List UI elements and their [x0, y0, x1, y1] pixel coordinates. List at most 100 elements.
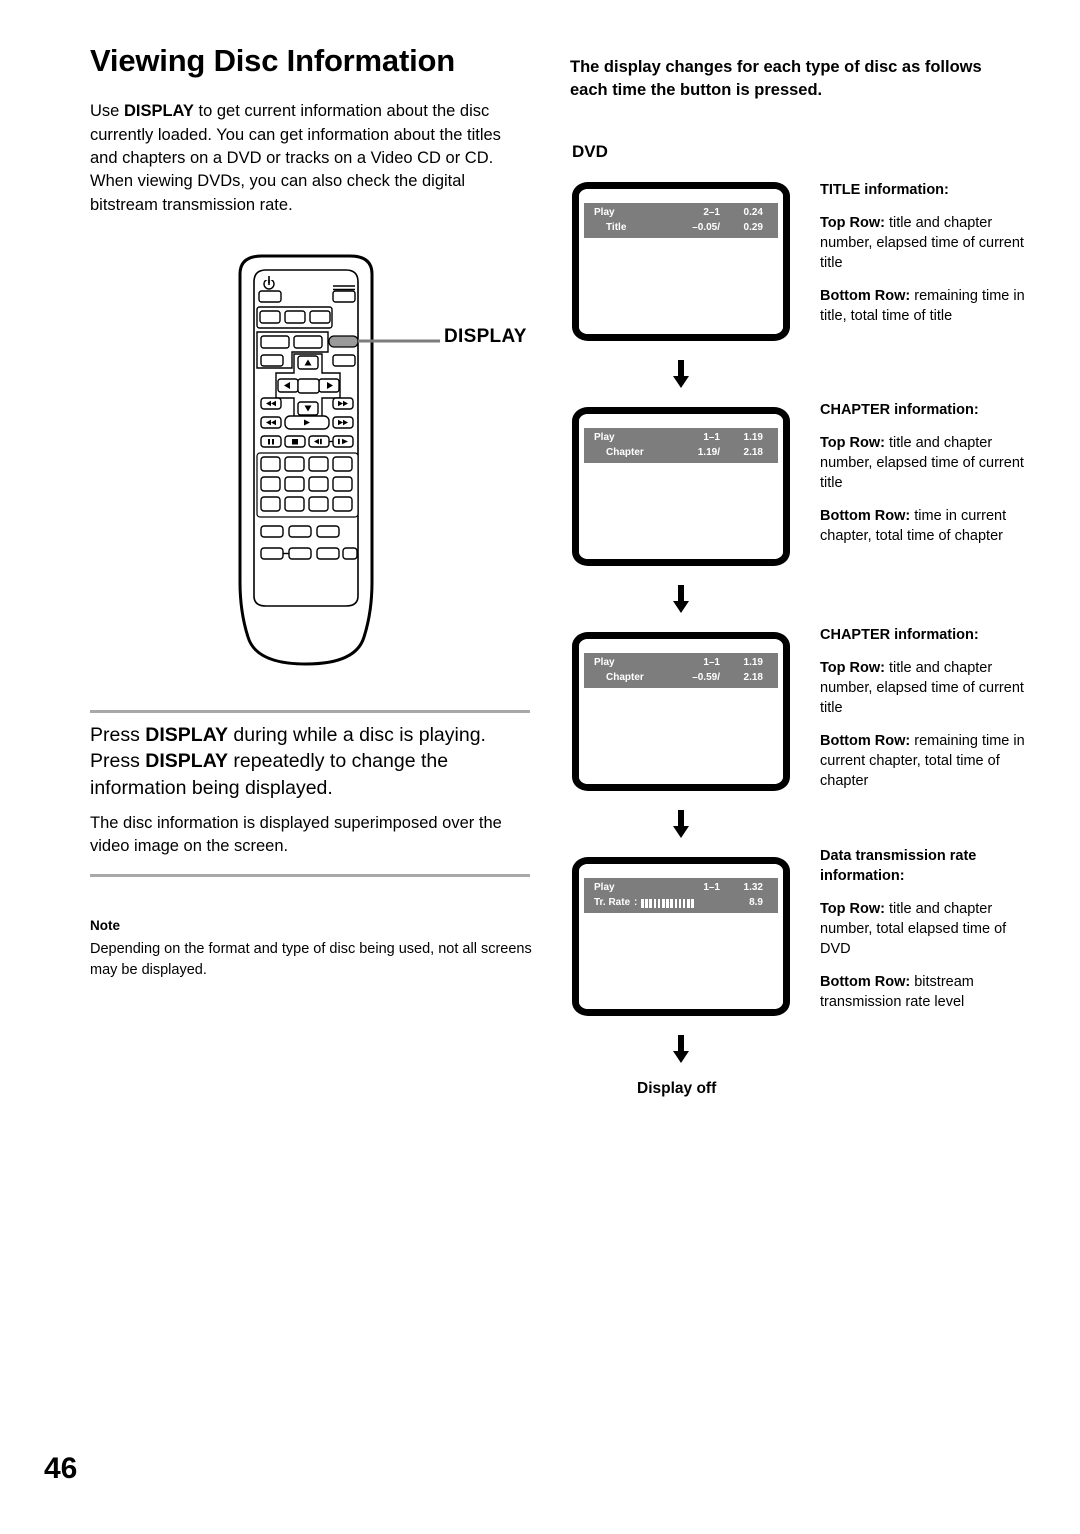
- source-button-3: [309, 310, 331, 324]
- menu-button-2: [293, 335, 323, 349]
- right-column-heading: The display changes for each type of dis…: [570, 58, 982, 99]
- description-chapter-info-1: CHAPTER information: Top Row: title and …: [820, 400, 1025, 546]
- osd-row-bottom-1: Title –0.05/ 0.29: [584, 220, 778, 236]
- osd-mode-2: Chapter: [606, 447, 644, 458]
- keypad-button-7: [308, 476, 329, 492]
- top-row-label-3: Top Row: [820, 660, 881, 676]
- rate-bar-segment: [691, 899, 694, 908]
- open-close-button: [332, 290, 356, 303]
- down-arrow-icon-3: [673, 810, 689, 838]
- step-back-bar: [320, 438, 322, 445]
- function-button-5: [288, 547, 312, 560]
- keypad-button-8: [332, 476, 353, 492]
- keypad-button-4: [332, 456, 353, 472]
- page-number: 46: [44, 1452, 78, 1485]
- osd-mode-1: Title: [606, 222, 627, 233]
- function-button-6: [316, 547, 340, 560]
- rate-bar-segment: [674, 899, 678, 908]
- osd-title-chapter-3: 1–1: [703, 657, 720, 668]
- divider-rule-top: [90, 710, 530, 713]
- tv-screen-chapter-info-1: Play 1–1 1.19 Chapter 1.19/ 2.18: [572, 407, 790, 566]
- display-button[interactable]: [328, 335, 359, 348]
- osd-overlay-2: Play 1–1 1.19 Chapter 1.19/ 2.18: [584, 428, 778, 463]
- description-bottom-row-1: Bottom Row: remaining time in title, tot…: [820, 286, 1025, 326]
- pause-button: [260, 435, 282, 448]
- osd-overlay-1: Play 2–1 0.24 Title –0.05/ 0.29: [584, 203, 778, 238]
- menu-button-1: [260, 335, 290, 349]
- description-chapter-info-2: CHAPTER information: Top Row: title and …: [820, 625, 1025, 791]
- osd-total-2: 2.18: [743, 447, 763, 458]
- remote-control-illustration: DISPLAY: [232, 252, 532, 672]
- instruction-block: Press DISPLAY during while a disc is pla…: [90, 722, 540, 801]
- rate-bar-segment: [682, 899, 686, 908]
- keypad-button-1: [260, 456, 281, 472]
- function-button-2: [288, 525, 312, 538]
- down-arrow-icon-2: [673, 585, 689, 613]
- osd-row-bottom-4: Tr. Rate : 8.9: [584, 895, 778, 911]
- osd-mode-3: Chapter: [606, 672, 644, 683]
- description-bottom-row-3: Bottom Row: remaining time in current ch…: [820, 731, 1025, 791]
- osd-title-chapter-4: 1–1: [703, 882, 720, 893]
- osd-row-bottom-3: Chapter –0.59/ 2.18: [584, 670, 778, 686]
- page-title: Viewing Disc Information: [90, 43, 455, 78]
- osd-overlay-4: Play 1–1 1.32 Tr. Rate : 8.9: [584, 878, 778, 913]
- rate-bar-segment: [678, 899, 682, 908]
- osd-time-1: 0.24: [743, 207, 763, 218]
- down-arrow-2: [673, 585, 689, 615]
- instruction-line2-keyword: DISPLAY: [145, 750, 228, 773]
- top-row-label-2: Top Row: [820, 435, 881, 451]
- osd-title-chapter-2: 1–1: [703, 432, 720, 443]
- stop-icon: [292, 439, 298, 445]
- description-bottom-row-2: Bottom Row: time in current chapter, tot…: [820, 506, 1025, 546]
- display-off-label: Display off: [637, 1080, 717, 1097]
- enter-button: [297, 378, 320, 394]
- instruction-line2-pre: Press: [90, 750, 146, 773]
- osd-total-3: 2.18: [743, 672, 763, 683]
- top-row-label-4: Top Row: [820, 901, 881, 917]
- rate-bar-segment: [645, 899, 648, 908]
- function-button-3: [316, 525, 340, 538]
- down-arrow-1: [673, 360, 689, 390]
- description-top-row-3: Top Row: title and chapter number, elaps…: [820, 658, 1025, 718]
- divider-rule-bottom: [90, 874, 530, 877]
- bottom-row-label-3: Bottom Row: [820, 733, 906, 749]
- note-heading: Note: [90, 918, 120, 933]
- bottom-row-label-1: Bottom Row: [820, 288, 906, 304]
- right-column: The display changes for each type of dis…: [570, 56, 1030, 102]
- source-button-2: [284, 310, 306, 324]
- description-heading-4: Data transmission rate information:: [820, 848, 977, 884]
- top-row-label-1: Top Row: [820, 215, 881, 231]
- tv-screen-title-info: Play 2–1 0.24 Title –0.05/ 0.29: [572, 182, 790, 341]
- pause-icon: [268, 439, 270, 445]
- osd-rate-label: Tr. Rate: [594, 897, 631, 908]
- keypad-button-10: [284, 496, 305, 512]
- rate-bar-segment: [666, 899, 669, 908]
- instruction-line1-post: during while a disc is playing.: [228, 724, 486, 746]
- rate-bar-segment: [649, 899, 652, 908]
- description-bottom-row-4: Bottom Row: bitstream transmission rate …: [820, 972, 1025, 1012]
- step-forward-bar: [338, 438, 340, 445]
- osd-status-3: Play: [594, 657, 615, 668]
- intro-text-pre: Use: [90, 102, 124, 121]
- tv-screen-transmission-rate: Play 1–1 1.32 Tr. Rate : 8.9: [572, 857, 790, 1016]
- osd-row-top-1: Play 2–1 0.24: [584, 205, 778, 221]
- instruction-line1-pre: Press: [90, 724, 146, 746]
- description-transmission-rate: Data transmission rate information: Top …: [820, 846, 1025, 1012]
- rate-bar-segment: [670, 899, 673, 908]
- down-arrow-3: [673, 810, 689, 840]
- rate-bar-segment: [653, 899, 657, 908]
- osd-remaining-3: –0.59/: [692, 672, 720, 683]
- osd-time-4: 1.32: [743, 882, 763, 893]
- rate-bar-segment: [641, 899, 644, 908]
- function-button-7: [342, 547, 358, 560]
- intro-display-keyword: DISPLAY: [123, 102, 194, 121]
- osd-total-1: 0.29: [743, 222, 763, 233]
- transmission-rate-bar-graph: [641, 899, 694, 908]
- keypad-button-5: [260, 476, 281, 492]
- osd-row-top-2: Play 1–1 1.19: [584, 430, 778, 446]
- osd-row-top-4: Play 1–1 1.32: [584, 880, 778, 896]
- keypad-button-12: [332, 496, 353, 512]
- rate-bar-segment: [687, 899, 690, 908]
- osd-title-chapter-1: 2–1: [703, 207, 720, 218]
- keypad-button-11: [308, 496, 329, 512]
